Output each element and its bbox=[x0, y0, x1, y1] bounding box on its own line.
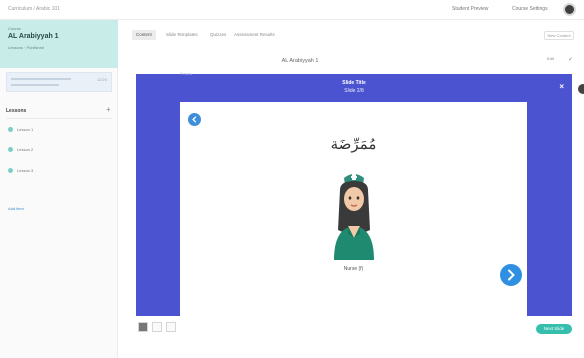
breadcrumb[interactable]: Curriculum / Arabic 101 bbox=[8, 6, 60, 12]
tab-assessment-results[interactable]: Assessment Results bbox=[230, 30, 279, 40]
next-button[interactable] bbox=[500, 264, 522, 286]
lesson-icon bbox=[8, 168, 13, 173]
nurse-illustration bbox=[326, 168, 382, 265]
expand-icon[interactable] bbox=[578, 84, 584, 94]
edit-control[interactable]: Edit bbox=[547, 56, 554, 61]
nurse-icon bbox=[334, 174, 374, 260]
course-title: AL Arabiyyah 1 bbox=[8, 33, 59, 40]
progress-stat: 12/20 bbox=[96, 77, 107, 82]
lesson-icon bbox=[8, 127, 13, 132]
slide-card: مُمَرِّضَة Nurse (f) bbox=[180, 102, 527, 316]
image-icon[interactable] bbox=[166, 322, 176, 332]
tab-quizzes[interactable]: Quizzes bbox=[206, 30, 230, 40]
next-slide-button[interactable]: Next Slide bbox=[536, 324, 572, 334]
progress-line bbox=[11, 84, 59, 86]
back-button[interactable] bbox=[188, 113, 201, 126]
check-icon[interactable]: ✓ bbox=[568, 56, 573, 63]
course-settings-link[interactable]: Course Settings bbox=[512, 6, 548, 12]
add-lesson-button[interactable]: + bbox=[106, 105, 111, 114]
audio-icon[interactable] bbox=[152, 322, 162, 332]
divider bbox=[6, 118, 112, 119]
tab-content[interactable]: Content bbox=[132, 30, 156, 40]
student-preview-link[interactable]: Student Preview bbox=[452, 6, 488, 12]
avatar[interactable] bbox=[563, 3, 576, 16]
slide-player: Preview Slide Title Slide 2/8 × مُمَرِّض… bbox=[136, 72, 572, 316]
progress-card: 12/20 bbox=[6, 72, 112, 92]
sidebar-item-label: Lesson 1 bbox=[17, 127, 34, 132]
slide-caption: Nurse (f) bbox=[343, 266, 364, 272]
slide-subtitle: Slide 2/8 bbox=[344, 88, 364, 94]
sidebar-item[interactable]: Lesson 3 bbox=[8, 168, 33, 173]
sidebar-item[interactable]: Lesson 1 bbox=[8, 127, 33, 132]
sidebar-item[interactable]: Lesson 2 bbox=[8, 147, 33, 152]
top-bar: Curriculum / Arabic 101 Student Preview … bbox=[0, 0, 584, 20]
new-content-button[interactable]: New Content bbox=[544, 31, 574, 40]
tab-slide-templates[interactable]: Slide Templates bbox=[162, 30, 202, 40]
preview-tag: Preview bbox=[180, 72, 193, 76]
chevron-left-icon bbox=[192, 116, 197, 123]
lesson-icon bbox=[8, 147, 13, 152]
lesson-title: AL Arabiyyah 1 bbox=[281, 58, 319, 64]
chevron-right-icon bbox=[508, 269, 515, 281]
player-header: Slide Title Slide 2/8 bbox=[136, 80, 572, 94]
progress-line bbox=[11, 78, 71, 80]
sidebar-item-label: Lesson 3 bbox=[17, 168, 34, 173]
sidebar-item-label: Lesson 2 bbox=[17, 147, 34, 152]
close-icon[interactable]: × bbox=[559, 82, 564, 91]
app-root: Curriculum / Arabic 101 Student Preview … bbox=[0, 0, 584, 358]
layout-icon[interactable] bbox=[138, 322, 148, 332]
course-label: Course bbox=[8, 26, 21, 31]
section-title: Lessons bbox=[6, 108, 27, 114]
add-item-link[interactable]: Add item bbox=[8, 206, 24, 211]
slide-title: Slide Title bbox=[342, 80, 366, 86]
sidebar: Course AL Arabiyyah 1 Lessons · Publishe… bbox=[0, 20, 118, 358]
arabic-word: مُمَرِّضَة bbox=[330, 135, 377, 153]
course-meta: Lessons · Published bbox=[8, 45, 45, 50]
course-card[interactable]: Course AL Arabiyyah 1 Lessons · Publishe… bbox=[0, 20, 118, 68]
